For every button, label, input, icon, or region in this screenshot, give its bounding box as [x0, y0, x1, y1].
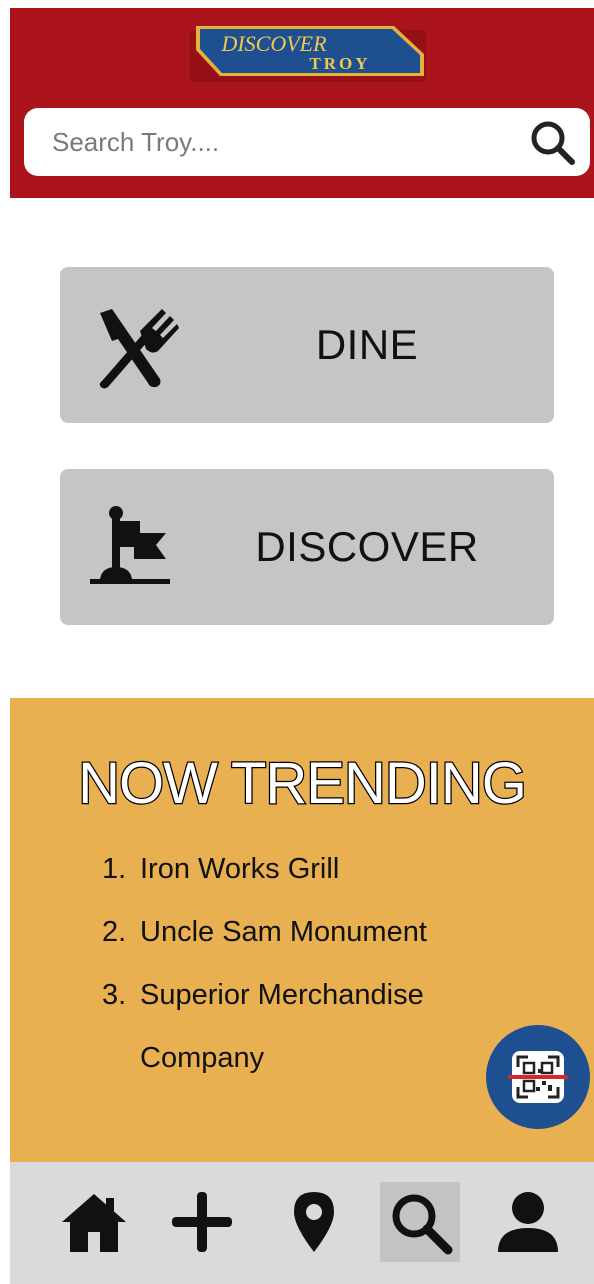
trending-item-number: 1. — [102, 853, 127, 885]
trending-item[interactable]: 3. Superior Merchandise Company — [102, 964, 522, 1090]
nav-add[interactable] — [162, 1182, 242, 1262]
search-bar — [24, 108, 590, 176]
discover-label: DISCOVER — [255, 523, 479, 570]
nav-map[interactable] — [274, 1182, 354, 1262]
nav-search[interactable] — [380, 1182, 460, 1262]
search-icon — [392, 1194, 453, 1255]
trending-item-number: 2. — [102, 916, 127, 948]
trending-list: 1. Iron Works Grill 2. Uncle Sam Monumen… — [102, 838, 522, 1090]
now-trending-section: NOW TRENDING 1. Iron Works Grill 2. Uncl… — [10, 698, 594, 1162]
home-icon — [62, 1194, 126, 1252]
header: DISCOVER TROY — [10, 8, 594, 198]
search-icon — [531, 121, 575, 165]
nav-home[interactable] — [54, 1182, 134, 1262]
map-pin-icon — [294, 1192, 334, 1252]
flag-icon — [90, 503, 180, 593]
dine-button[interactable]: DINE — [60, 267, 554, 423]
app-screen: DISCOVER TROY DINE — [10, 8, 594, 1284]
dine-label: DINE — [315, 321, 419, 368]
qr-scan-icon — [508, 1051, 568, 1103]
nav-profile[interactable] — [488, 1182, 568, 1262]
trending-item-name: Iron Works Grill — [140, 853, 340, 885]
qr-scan-button[interactable] — [486, 1025, 590, 1129]
user-icon — [498, 1192, 558, 1252]
fork-knife-icon — [90, 301, 180, 391]
search-button[interactable] — [528, 118, 576, 166]
trending-item-name: Uncle Sam Monument — [140, 916, 427, 948]
logo-line2: TROY — [309, 54, 370, 73]
trending-item-name: Superior Merchandise Company — [140, 979, 424, 1074]
logo-line1: DISCOVER — [220, 31, 327, 56]
trending-item[interactable]: 1. Iron Works Grill — [102, 838, 522, 901]
discover-button[interactable]: DISCOVER — [60, 469, 554, 625]
trending-item-number: 3. — [102, 979, 127, 1011]
trending-item[interactable]: 2. Uncle Sam Monument — [102, 901, 522, 964]
trending-title: NOW TRENDING — [77, 750, 528, 818]
discover-troy-logo[interactable]: DISCOVER TROY — [188, 24, 428, 84]
plus-icon — [172, 1192, 232, 1252]
bottom-nav — [10, 1162, 594, 1284]
search-input[interactable] — [24, 108, 524, 176]
logo-badge: DISCOVER TROY — [190, 26, 426, 82]
